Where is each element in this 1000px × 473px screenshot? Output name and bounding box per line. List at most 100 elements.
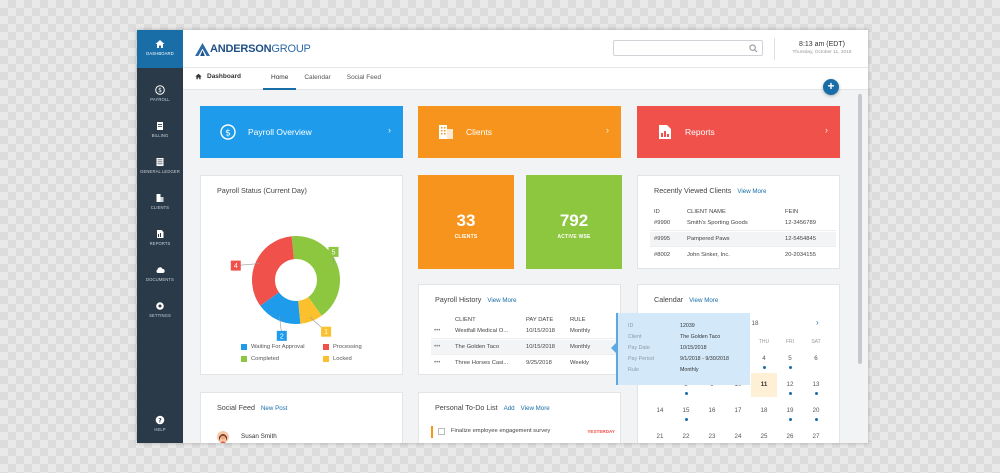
calendar-day[interactable]: 22 bbox=[675, 433, 697, 440]
calendar-day[interactable]: 13 bbox=[805, 381, 827, 388]
sidebar-item-help[interactable]: ? Help bbox=[137, 410, 183, 443]
cloud-icon bbox=[156, 267, 165, 273]
table-row[interactable]: ••• Westfall Medical O... 10/15/2018 Mon… bbox=[431, 324, 617, 339]
table-row[interactable]: ••• Three Horses Casi... 9/25/2018 Weekl… bbox=[431, 356, 617, 371]
calendar-day[interactable]: 26 bbox=[779, 433, 801, 440]
view-more-link[interactable]: View More bbox=[689, 297, 718, 304]
calendar-day[interactable]: 5 bbox=[779, 355, 801, 362]
calendar-day[interactable]: 16 bbox=[701, 407, 723, 414]
tile-label: Payroll Overview bbox=[248, 127, 312, 137]
legend-item: Completed bbox=[241, 356, 279, 362]
calendar-day[interactable]: 23 bbox=[701, 433, 723, 440]
card-title: Social Feed bbox=[217, 403, 255, 412]
post-author[interactable]: Susan Smith bbox=[241, 433, 277, 440]
divider bbox=[774, 38, 775, 60]
calendar-day[interactable]: 12 bbox=[779, 381, 801, 388]
search-icon[interactable] bbox=[749, 44, 758, 53]
table-row[interactable]: #9990 Smith's Sporting Goods 12-3456789 bbox=[650, 216, 836, 231]
weekday-thu: THU bbox=[758, 339, 770, 345]
todo-text: Finalize employee engagement survey bbox=[451, 428, 551, 434]
weekday-fri: FRI bbox=[785, 339, 795, 345]
sidebar-item-payroll[interactable]: $ Payroll bbox=[137, 80, 183, 116]
event-dot bbox=[763, 366, 766, 369]
logo-secondary: GROUP bbox=[271, 43, 311, 55]
tab-social-feed[interactable]: Social Feed bbox=[339, 68, 389, 90]
breadcrumb[interactable]: Dashboard bbox=[195, 73, 241, 80]
stat-active-wse[interactable]: 792 ACTIVE WSE bbox=[526, 175, 622, 269]
avatar[interactable] bbox=[217, 431, 229, 443]
building-icon bbox=[439, 125, 453, 139]
column-header-client-name: CLIENT NAME bbox=[687, 209, 726, 215]
sub-navigation: Dashboard Home Calendar Social Feed bbox=[183, 68, 868, 90]
card-title: Payroll Status (Current Day) bbox=[217, 186, 307, 195]
calendar-day[interactable]: 18 bbox=[753, 407, 775, 414]
top-bar: ANDERSONGROUP 8:13 am (EDT) Thursday, Oc… bbox=[183, 30, 868, 68]
event-dot bbox=[789, 418, 792, 421]
sidebar-item-settings[interactable]: Settings bbox=[137, 296, 183, 332]
sidebar-item-clients[interactable]: Clients bbox=[137, 188, 183, 224]
tile-label: Clients bbox=[466, 127, 492, 137]
search-input[interactable] bbox=[613, 40, 763, 56]
data-label: 4 bbox=[234, 263, 238, 270]
table-row[interactable]: #8002 John Sinker, Inc. 20-2034155 bbox=[650, 248, 836, 263]
stat-label: CLIENTS bbox=[454, 234, 478, 240]
sidebar: Dashboard $ Payroll Billing General Ledg… bbox=[137, 30, 183, 443]
payroll-history-card: Payroll History View More CLIENT PAY DATE… bbox=[418, 284, 621, 375]
calendar-day[interactable]: 21 bbox=[649, 433, 671, 440]
calendar-day[interactable]: 27 bbox=[805, 433, 827, 440]
calendar-day-today[interactable]: 11 bbox=[753, 381, 775, 388]
tile-clients[interactable]: Clients › bbox=[418, 106, 621, 158]
table-row[interactable]: #9995 Pampered Paws 12-5454845 bbox=[650, 232, 836, 247]
data-label: 1 bbox=[324, 329, 328, 336]
calendar-day[interactable]: 14 bbox=[649, 407, 671, 414]
logo[interactable]: ANDERSONGROUP bbox=[195, 40, 311, 58]
calendar-day[interactable]: 17 bbox=[727, 407, 749, 414]
sidebar-item-billing[interactable]: Billing bbox=[137, 116, 183, 152]
svg-text:$: $ bbox=[225, 129, 231, 139]
scrollbar[interactable] bbox=[858, 92, 862, 442]
row-menu-icon[interactable]: ••• bbox=[434, 328, 440, 334]
calendar-day[interactable]: 19 bbox=[779, 407, 801, 414]
sidebar-item-general-ledger[interactable]: General Ledger bbox=[137, 152, 183, 188]
view-more-link[interactable]: View More bbox=[737, 188, 766, 195]
data-label: 2 bbox=[280, 333, 284, 340]
stat-label: ACTIVE WSE bbox=[557, 234, 591, 240]
table-row[interactable]: ••• The Golden Taco 10/15/2018 Monthly bbox=[431, 340, 617, 355]
app-window: Dashboard $ Payroll Billing General Ledg… bbox=[137, 30, 868, 443]
scrollbar-thumb[interactable] bbox=[858, 94, 862, 364]
legend-swatch bbox=[323, 356, 329, 362]
tile-payroll-overview[interactable]: $ Payroll Overview › bbox=[200, 106, 403, 158]
chevron-right-icon[interactable]: › bbox=[816, 318, 819, 327]
clock: 8:13 am (EDT) Thursday, October 11, 2018 bbox=[781, 41, 863, 55]
stat-clients[interactable]: 33 CLIENTS bbox=[418, 175, 514, 269]
chevron-right-icon: › bbox=[388, 125, 391, 135]
calendar-day[interactable]: 24 bbox=[727, 433, 749, 440]
calendar-day[interactable]: 6 bbox=[805, 355, 827, 362]
tab-calendar[interactable]: Calendar bbox=[296, 68, 338, 90]
sidebar-item-reports[interactable]: Reports bbox=[137, 224, 183, 260]
view-more-link[interactable]: View More bbox=[521, 405, 550, 412]
calendar-day[interactable]: 25 bbox=[753, 433, 775, 440]
tile-reports[interactable]: Reports › bbox=[637, 106, 840, 158]
new-post-link[interactable]: New Post bbox=[261, 405, 287, 412]
calendar-day[interactable]: 15 bbox=[675, 407, 697, 414]
sidebar-item-dashboard[interactable]: Dashboard bbox=[137, 30, 183, 68]
todo-item[interactable]: Finalize employee engagement survey YEST… bbox=[431, 426, 617, 438]
calendar-day[interactable]: 4 bbox=[753, 355, 775, 362]
sidebar-item-documents[interactable]: Documents bbox=[137, 260, 183, 296]
add-button[interactable]: + bbox=[823, 79, 839, 95]
todo-checkbox[interactable] bbox=[438, 428, 445, 435]
row-menu-icon[interactable]: ••• bbox=[434, 344, 440, 350]
tab-home[interactable]: Home bbox=[263, 68, 297, 90]
row-menu-icon[interactable]: ••• bbox=[434, 360, 440, 366]
view-more-link[interactable]: View More bbox=[487, 297, 516, 304]
donut-slice-processing[interactable] bbox=[252, 236, 294, 306]
gear-icon bbox=[156, 302, 164, 310]
calendar-day[interactable]: 20 bbox=[805, 407, 827, 414]
legend-swatch bbox=[323, 344, 329, 350]
social-feed-card: Social Feed New Post Susan Smith bbox=[200, 392, 403, 443]
billing-icon bbox=[157, 122, 163, 130]
logo-primary: ANDERSON bbox=[210, 43, 272, 55]
add-todo-link[interactable]: Add bbox=[504, 405, 515, 412]
column-header-id: ID bbox=[654, 209, 660, 215]
